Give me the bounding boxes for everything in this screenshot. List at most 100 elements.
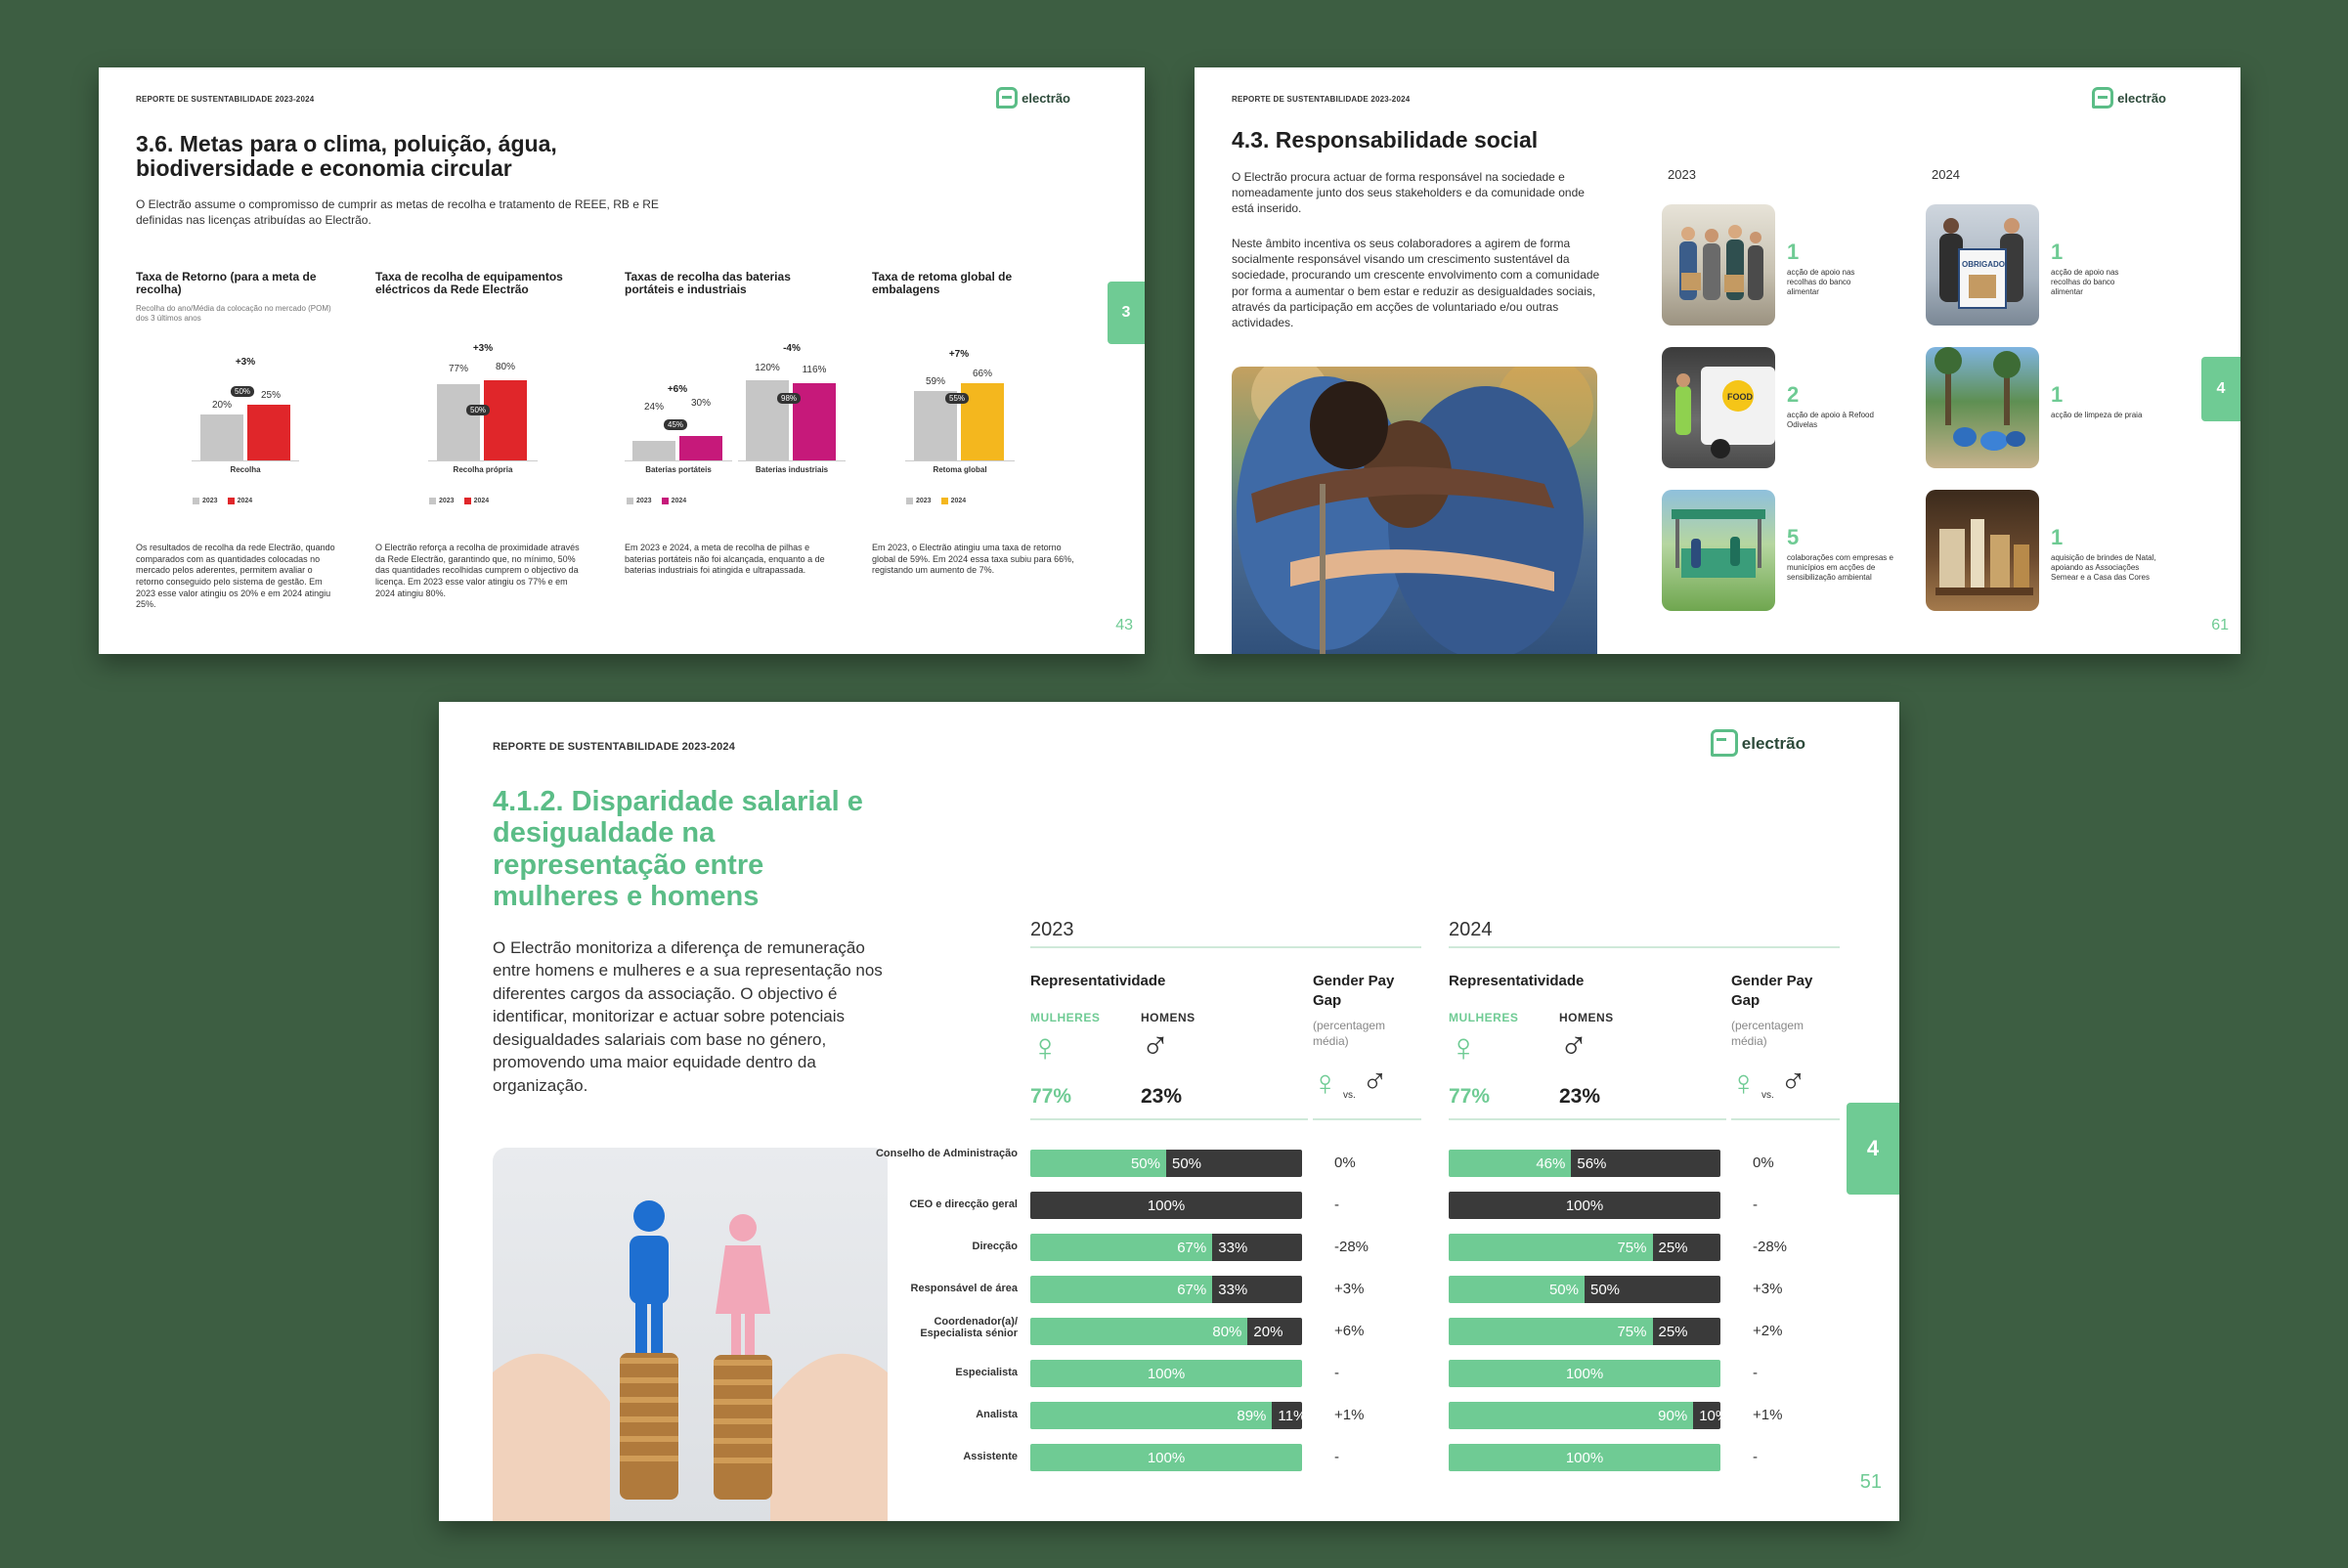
photo-food-bank-2024: OBRIGADO — [1926, 204, 2039, 326]
page-title: 3.6. Metas para o clima, poluição, água,… — [136, 131, 557, 182]
logo-icon — [1710, 729, 1738, 757]
sep-gap-2024 — [1731, 1118, 1840, 1120]
women-segment: 100% — [1449, 1360, 1720, 1387]
item-2023-2-desc: acção de apoio à Refood Odivelas — [1787, 411, 1874, 429]
photo-refood-2023: FOOD — [1662, 347, 1775, 468]
men-segment: 50% — [1585, 1276, 1720, 1303]
chart4-delta: +7% — [948, 349, 970, 360]
chart-title-3: Taxas de recolha das baterias portáteis … — [625, 270, 791, 297]
representation-bar: 100% — [1030, 1444, 1302, 1471]
chart2-bar-2024 — [484, 380, 527, 460]
electrao-logo: electrão — [996, 87, 1070, 109]
men-segment: 33% — [1212, 1276, 1302, 1303]
page-title: 4.3. Responsabilidade social — [1232, 127, 1539, 152]
report-page-51: REPORTE DE SUSTENTABILIDADE 2023-2024 el… — [439, 702, 1899, 1521]
row-label: Responsável de área — [910, 1283, 1018, 1294]
hug-illustration — [1237, 367, 1593, 654]
pay-gap-value: - — [1753, 1197, 1758, 1213]
chapter-tab[interactable]: 4 — [2201, 357, 2240, 421]
chart-title-4: Taxa de retoma global de embalagens — [872, 270, 1013, 297]
pay-gap-value: - — [1334, 1197, 1339, 1213]
photo-food-bank-2023 — [1662, 204, 1775, 326]
chart3-label-portateis-2023: 24% — [643, 402, 664, 413]
chart2-legend: 2023 2024 — [429, 498, 489, 504]
chart3-delta-industriais: -4% — [783, 343, 801, 354]
men-segment: 11% — [1272, 1402, 1302, 1429]
women-segment: 75% — [1449, 1318, 1653, 1345]
chart2-text: O Electrão reforça a recolha de proximid… — [375, 543, 580, 598]
female-vs-icon: ♀ — [1312, 1063, 1338, 1103]
year-2023-underline — [1030, 946, 1421, 948]
chart3-axis-a — [625, 460, 732, 461]
photo-christmas-gifts-2024 — [1926, 490, 2039, 611]
representation-bar: 100% — [1030, 1192, 1302, 1219]
page-title: 4.1.2. Disparidade salarial e desigualda… — [493, 786, 863, 913]
male-icon: ♂ — [1141, 1024, 1170, 1067]
gifts-illustration — [1935, 519, 2033, 595]
pay-gap-value: 0% — [1334, 1154, 1356, 1171]
women-segment: 100% — [1030, 1360, 1302, 1387]
men-segment: 50% — [1166, 1150, 1302, 1177]
year-2023-label: 2023 — [1668, 167, 1696, 182]
item-2024-3-desc: aquisição de brindes de Natal, apoiando … — [2051, 553, 2156, 582]
chart3-label-industriais-2023: 120% — [755, 363, 780, 373]
chart4-target: 55% — [945, 393, 970, 404]
representatividade-2023: Representatividade — [1030, 973, 1166, 989]
chapter-tab[interactable]: 3 — [1108, 282, 1145, 344]
female-icon: ♀ — [1449, 1026, 1478, 1069]
chart2-label-2024: 80% — [495, 362, 515, 372]
chart3-axis-b — [738, 460, 846, 461]
women-segment: 50% — [1449, 1276, 1585, 1303]
pay-gap-value: +6% — [1334, 1323, 1365, 1339]
item-2023-2-number: 2 — [1787, 382, 1800, 407]
year-2023-heading: 2023 — [1030, 919, 1074, 940]
chart-title-2: Taxa de recolha de equipamentos eléctric… — [375, 270, 563, 297]
vs-label-2023: vs. — [1343, 1090, 1356, 1101]
coins-figures-illustration — [493, 1200, 888, 1521]
representation-bar: 90%10% — [1449, 1402, 1720, 1429]
chart1-label-2024: 25% — [260, 390, 281, 401]
women-segment: 100% — [1449, 1444, 1720, 1471]
row-label: Assistente — [963, 1451, 1018, 1462]
chart1-delta: +3% — [235, 357, 256, 368]
representation-bar: 100% — [1030, 1360, 1302, 1387]
row-label: Especialista — [955, 1367, 1018, 1378]
men-segment: 33% — [1212, 1234, 1302, 1261]
van-illustration: FOOD — [1675, 367, 1775, 458]
item-2024-3-number: 1 — [2051, 525, 2064, 549]
pay-gap-value: +1% — [1753, 1407, 1783, 1423]
women-label-2023: MULHERES — [1030, 1011, 1101, 1024]
chart1-bar-2023 — [200, 414, 243, 460]
representation-bar: 75% 25% — [1449, 1234, 1720, 1261]
chart2-target: 50% — [466, 405, 491, 415]
row-label: Coordenador(a)/ Especialista sénior — [920, 1316, 1018, 1340]
men-segment: 20% — [1247, 1318, 1302, 1345]
chart3-label-industriais-2024: 116% — [802, 365, 827, 375]
men-segment: 100% — [1449, 1192, 1720, 1219]
intro-text-1: O Electrão procura actuar de forma respo… — [1232, 170, 1585, 216]
chapter-tab[interactable]: 4 — [1847, 1103, 1899, 1195]
electrao-logo: electrão — [2092, 87, 2166, 109]
chart3-category-industriais: Baterias industriais — [755, 465, 829, 474]
item-2023-1-number: 1 — [1787, 240, 1800, 264]
item-2023-3-desc: colaborações com empresas e municípios e… — [1787, 553, 1893, 582]
photo-beach-cleanup-2024 — [1926, 347, 2039, 468]
chart1-legend: 2023 2024 — [193, 498, 252, 504]
pay-gap-value: +3% — [1753, 1281, 1783, 1297]
chart3-bar-portateis-2024 — [679, 436, 722, 460]
women-segment: 67% — [1030, 1276, 1213, 1303]
men-pct-2024: 23% — [1559, 1085, 1601, 1108]
male-icon: ♂ — [1559, 1024, 1588, 1067]
representation-bar: 100% — [1449, 1444, 1720, 1471]
chart-title-1: Taxa de Retorno (para a meta de recolha) — [136, 270, 317, 297]
chart2-label-2023: 77% — [448, 364, 468, 374]
men-segment: 10% — [1693, 1402, 1720, 1429]
report-page-43: REPORTE DE SUSTENTABILIDADE 2023-2024 el… — [99, 67, 1145, 654]
sep-rep-2023 — [1030, 1118, 1308, 1120]
item-2024-1-number: 1 — [2051, 240, 2064, 264]
chart4-label-2023: 59% — [925, 376, 945, 387]
men-segment: 100% — [1030, 1192, 1302, 1219]
vs-label-2024: vs. — [1761, 1090, 1774, 1101]
representation-bar: 89%11% — [1030, 1402, 1302, 1429]
pay-gap-sub-2024: (percentagem média) — [1731, 1019, 1804, 1048]
